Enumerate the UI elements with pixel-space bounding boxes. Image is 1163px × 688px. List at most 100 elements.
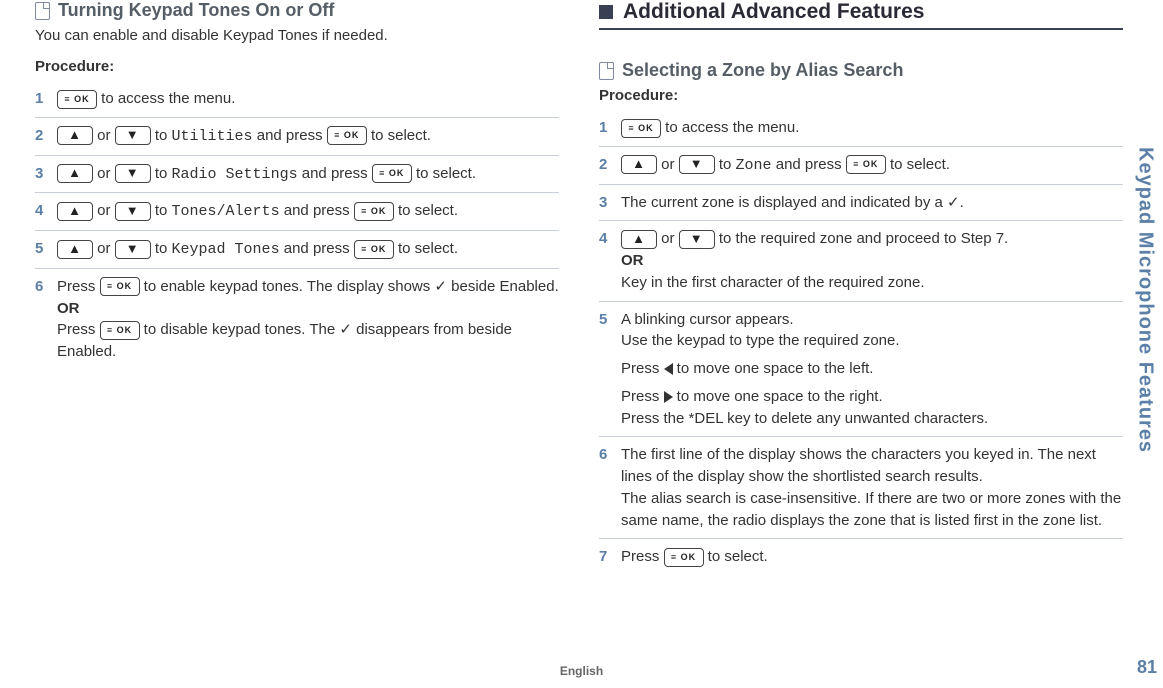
step-number: 1 (35, 88, 57, 110)
step-row: 7 Press ≡ OK to select. (599, 539, 1123, 575)
note-icon (35, 2, 50, 20)
t: to select. (394, 202, 458, 219)
right-sub-title: Selecting a Zone by Alias Search (599, 60, 1123, 81)
t: to move one space to the left. (673, 360, 874, 377)
menu-item: Radio Settings (172, 166, 298, 183)
step-body: ≡ OK to access the menu. (621, 117, 1123, 139)
step-body: ≡ OK to access the menu. (57, 88, 559, 110)
step-number: 2 (599, 154, 621, 177)
step-number: 2 (35, 125, 57, 148)
square-bullet-icon (599, 5, 613, 19)
ok-key-icon: ≡ OK (100, 277, 140, 296)
right-column: Additional Advanced Features Selecting a… (579, 0, 1123, 688)
left-arrow-icon (664, 363, 673, 375)
step-number: 7 (599, 546, 621, 568)
t: or (93, 240, 115, 257)
step-row: 3 ▲ or ▼ to Radio Settings and press ≡ O… (35, 156, 559, 194)
t: The current zone is displayed and indica… (621, 194, 964, 211)
t: and press (280, 202, 354, 219)
t: and press (280, 240, 354, 257)
ok-key-icon: ≡ OK (621, 119, 661, 138)
right-heading-text: Additional Advanced Features (623, 0, 924, 24)
procedure-label: Procedure: (35, 58, 559, 75)
right-steps: 1 ≡ OK to access the menu. 2 ▲ or ▼ to Z… (599, 110, 1123, 575)
up-key-icon: ▲ (621, 230, 657, 249)
step-row: 3 The current zone is displayed and indi… (599, 185, 1123, 222)
step-row: 6 The first line of the display shows th… (599, 437, 1123, 539)
step-body: The current zone is displayed and indica… (621, 192, 1123, 214)
ok-key-icon: ≡ OK (372, 164, 412, 183)
step-body: The first line of the display shows the … (621, 444, 1123, 531)
menu-item: Utilities (172, 128, 253, 145)
t: Press (57, 321, 100, 338)
menu-item: Keypad Tones (172, 241, 280, 258)
t: and press (298, 165, 372, 182)
t: or (657, 230, 679, 247)
t: Press (621, 360, 664, 377)
down-key-icon: ▼ (115, 202, 151, 221)
step-number: 4 (599, 228, 621, 293)
t: to select. (412, 165, 476, 182)
left-title-text: Turning Keypad Tones On or Off (58, 0, 334, 21)
left-section-title: Turning Keypad Tones On or Off (35, 0, 559, 21)
heading-rule (599, 28, 1123, 30)
note-icon (599, 62, 614, 80)
step-body: ▲ or ▼ to Keypad Tones and press ≡ OK to… (57, 238, 559, 261)
ok-key-icon: ≡ OK (664, 548, 704, 567)
ok-key-icon: ≡ OK (354, 202, 394, 221)
menu-item: Tones/Alerts (172, 203, 280, 220)
step-number: 3 (35, 163, 57, 186)
step-row: 1 ≡ OK to access the menu. (599, 110, 1123, 147)
t: and press (253, 127, 327, 144)
t: Use the keypad to type the required zone… (621, 332, 900, 349)
down-key-icon: ▼ (115, 164, 151, 183)
right-sub-text: Selecting a Zone by Alias Search (622, 60, 903, 81)
step-body: A blinking cursor appears. Use the keypa… (621, 309, 1123, 430)
step-body: ▲ or ▼ to the required zone and proceed … (621, 228, 1123, 293)
step-body: ▲ or ▼ to Zone and press ≡ OK to select. (621, 154, 1123, 177)
t: A blinking cursor appears. (621, 311, 794, 328)
step-number: 1 (599, 117, 621, 139)
left-intro: You can enable and disable Keypad Tones … (35, 27, 559, 44)
right-arrow-icon (664, 391, 673, 403)
down-key-icon: ▼ (679, 230, 715, 249)
up-key-icon: ▲ (57, 126, 93, 145)
step-body: ▲ or ▼ to Tones/Alerts and press ≡ OK to… (57, 200, 559, 223)
step-row: 2 ▲ or ▼ to Utilities and press ≡ OK to … (35, 118, 559, 156)
step-row: 4 ▲ or ▼ to Tones/Alerts and press ≡ OK … (35, 193, 559, 231)
ok-key-icon: ≡ OK (57, 90, 97, 109)
t: to select. (394, 240, 458, 257)
page-number: 81 (1137, 657, 1157, 678)
left-column: Turning Keypad Tones On or Off You can e… (35, 0, 579, 688)
ok-key-icon: ≡ OK (354, 240, 394, 259)
step-number: 5 (35, 238, 57, 261)
up-key-icon: ▲ (621, 155, 657, 174)
t: The alias search is case-insensitive. If… (621, 490, 1121, 529)
step-number: 6 (35, 276, 57, 363)
step-row: 4 ▲ or ▼ to the required zone and procee… (599, 221, 1123, 301)
t: Press (621, 388, 664, 405)
step-row: 5 A blinking cursor appears. Use the key… (599, 302, 1123, 438)
step-number: 3 (599, 192, 621, 214)
step-row: 1 ≡ OK to access the menu. (35, 81, 559, 118)
t: or (93, 202, 115, 219)
t: to access the menu. (661, 119, 799, 136)
t: Press (621, 548, 664, 565)
t: and press (772, 156, 846, 173)
up-key-icon: ▲ (57, 240, 93, 259)
procedure-label: Procedure: (599, 87, 1123, 104)
right-heading: Additional Advanced Features (599, 0, 1123, 24)
or-label: OR (621, 252, 644, 269)
step-row: 6 Press ≡ OK to enable keypad tones. The… (35, 269, 559, 370)
down-key-icon: ▼ (679, 155, 715, 174)
t: Key in the first character of the requir… (621, 274, 925, 291)
t: to the required zone and proceed to Step… (715, 230, 1009, 247)
t: to (151, 165, 172, 182)
t: to enable keypad tones. The display show… (140, 278, 559, 295)
step-row: 5 ▲ or ▼ to Keypad Tones and press ≡ OK … (35, 231, 559, 269)
t: to select. (886, 156, 950, 173)
t: or (657, 156, 679, 173)
side-tab: Keypad Microphone Features (1129, 0, 1161, 600)
t: to move one space to the right. (673, 388, 883, 405)
page-content: Turning Keypad Tones On or Off You can e… (0, 0, 1163, 688)
